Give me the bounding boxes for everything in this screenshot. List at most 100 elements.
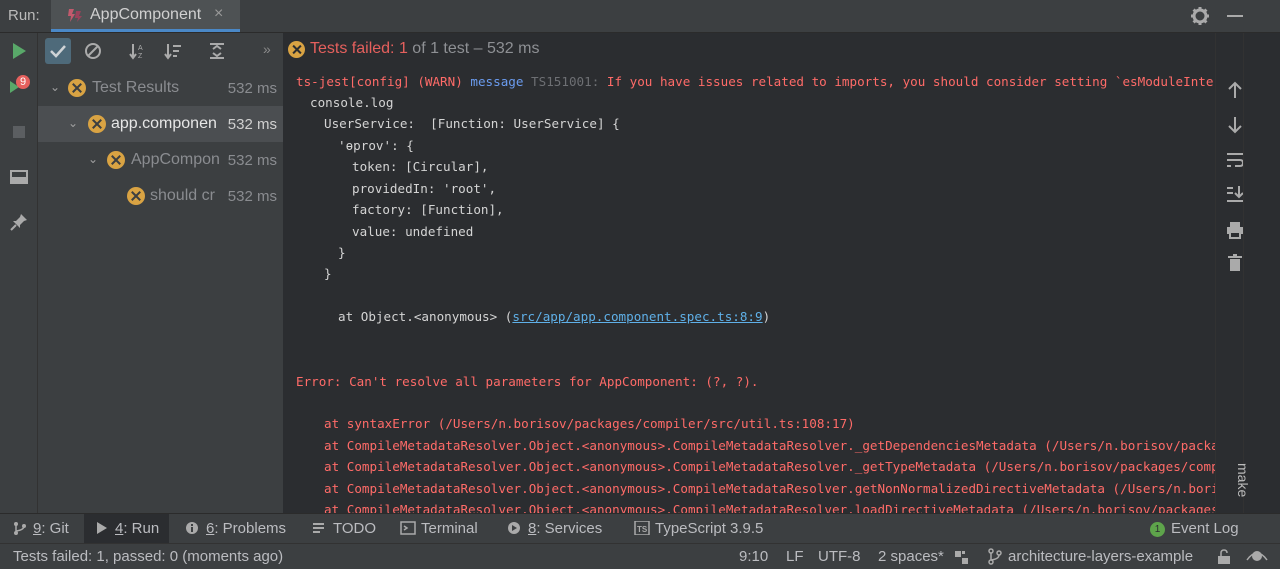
line-separator[interactable]: LF (786, 548, 804, 565)
caret-position[interactable]: 9:10 (739, 548, 768, 565)
failed-icon (107, 151, 125, 169)
file-encoding[interactable]: UTF-8 (818, 548, 861, 565)
rerun-badge: 9 (16, 75, 30, 89)
services-icon (508, 522, 520, 534)
git-branch-icon (14, 522, 26, 535)
status-failed-count: 1 (398, 40, 408, 57)
failed-icon (127, 187, 145, 205)
failed-icon (68, 79, 86, 97)
jest-icon (68, 9, 82, 22)
stack-frame: at CompileMetadataResolver.Object.<anony… (324, 459, 1215, 474)
terminal-tool-window-button[interactable]: Terminal (400, 520, 478, 537)
layout-icon[interactable] (9, 167, 29, 187)
tab-title: AppComponent (90, 6, 202, 23)
memory-indicator-icon[interactable] (1246, 548, 1268, 565)
console-line: console.log (310, 95, 394, 110)
stack-frame: at CompileMetadataResolver.Object.<anony… (324, 438, 1215, 453)
tree-node-test-results[interactable]: ⌄ Test Results 532 ms (38, 70, 283, 106)
more-actions-icon[interactable]: » (263, 41, 271, 57)
todo-label: TODO (333, 520, 377, 537)
tree-node-label: Test Results (92, 79, 180, 96)
tree-node-test-case[interactable]: should cr 532 ms (38, 178, 283, 214)
terminal-icon (400, 521, 416, 535)
show-passed-button[interactable] (45, 38, 71, 64)
console-text: ) (762, 309, 771, 324)
expand-all-button[interactable] (204, 38, 230, 64)
stack-frame: at CompileMetadataResolver.Object.<anony… (324, 481, 1215, 496)
console-line: token: [Circular], (352, 159, 489, 174)
test-status-header: Tests failed: 1 of 1 test – 532 ms (283, 33, 1215, 70)
console-line: 'ɵprov': { (338, 138, 414, 153)
status-message[interactable]: Tests failed: 1, passed: 0 (moments ago) (13, 548, 283, 565)
indent-setting[interactable]: 2 spaces* (878, 548, 944, 565)
pin-icon[interactable] (9, 212, 29, 232)
arrow-up-icon[interactable] (1225, 80, 1245, 100)
run-actions-strip: 9 (0, 33, 38, 513)
todo-tool-window-button[interactable]: TODO (312, 520, 376, 537)
git-tool-window-button[interactable]: 9: Git (12, 520, 69, 537)
run-tab-appcomponent[interactable]: AppComponent × (51, 0, 240, 32)
event-log-label: Event Log (1171, 520, 1239, 537)
lock-icon[interactable] (1216, 548, 1232, 565)
git-branch-icon (988, 548, 1002, 565)
test-toolbar: A Z » (38, 33, 283, 70)
trash-icon[interactable] (1225, 253, 1245, 273)
show-ignored-button[interactable] (80, 38, 106, 64)
soft-wrap-icon[interactable] (1225, 150, 1245, 170)
rerun-failed-icon[interactable]: 9 (9, 75, 30, 97)
divider (1243, 33, 1244, 513)
tree-node-time: 532 ms (227, 80, 277, 97)
tree-node-label: should cr (150, 187, 215, 204)
console-text: message (470, 74, 524, 89)
tree-node-label: AppCompon (131, 151, 220, 168)
tool-window-bar: 9: Git 4: Run 6: Problems TODO Terminal … (0, 513, 1280, 544)
status-summary: of 1 test – 532 ms (407, 40, 540, 57)
run-tool-window-header: Run: AppComponent × (0, 0, 1280, 33)
console-output[interactable]: ts-jest[config] (WARN) message TS151001:… (283, 70, 1215, 513)
sort-alphabetically-button[interactable]: A Z (125, 38, 151, 64)
minimize-icon[interactable] (1227, 15, 1243, 17)
play-icon[interactable] (9, 41, 29, 61)
event-count-badge: 1 (1150, 522, 1165, 537)
console-line: value: undefined (352, 224, 474, 239)
console-actions-strip (1215, 33, 1280, 513)
tree-node-spec-file[interactable]: ⌄ app.componen 532 ms (38, 106, 283, 142)
close-icon[interactable]: × (214, 5, 223, 23)
terminal-label: Terminal (421, 520, 478, 537)
services-label: : Services (536, 520, 603, 537)
tree-node-describe[interactable]: ⌄ AppCompon 532 ms (38, 142, 283, 178)
run-label: Run: (8, 7, 40, 24)
problems-tool-window-button[interactable]: 6: Problems (185, 520, 286, 537)
chevron-down-icon[interactable]: ⌄ (68, 116, 78, 130)
console-line: ts-jest[config] (WARN) message TS151001:… (296, 74, 1215, 92)
git-branch[interactable]: architecture-layers-example (1008, 548, 1193, 565)
typescript-label: TypeScript 3.9.5 (655, 520, 764, 537)
gear-icon[interactable] (1190, 6, 1210, 26)
stop-icon[interactable] (9, 122, 29, 142)
tree-node-time: 532 ms (227, 152, 277, 169)
console-line: providedIn: 'root', (352, 181, 497, 196)
typescript-tool-window-button[interactable]: TS TypeScript 3.9.5 (634, 520, 763, 537)
services-tool-window-button[interactable]: 8: Services (507, 520, 602, 537)
scroll-to-end-icon[interactable] (1225, 184, 1245, 204)
chevron-down-icon[interactable]: ⌄ (88, 152, 98, 166)
failed-icon (288, 41, 305, 58)
chevron-down-icon[interactable]: ⌄ (50, 80, 60, 94)
inspection-icon[interactable] (953, 549, 969, 565)
sort-by-duration-button[interactable] (160, 38, 186, 64)
run-tool-window-button[interactable]: 4: Run (84, 514, 170, 544)
problems-label: : Problems (214, 520, 287, 537)
console-text: TS151001: (523, 74, 600, 89)
make-tool-window-tab[interactable]: make (1235, 463, 1251, 497)
typescript-icon: TS (634, 521, 650, 535)
test-status-text: Tests failed: 1 of 1 test – 532 ms (310, 40, 539, 58)
check-icon (50, 45, 66, 58)
source-link[interactable]: src/app/app.component.spec.ts:8:9 (512, 309, 762, 324)
error-message: Error: Can't resolve all parameters for … (296, 374, 759, 389)
svg-text:Z: Z (138, 53, 143, 60)
ignored-icon (85, 43, 101, 59)
arrow-down-icon[interactable] (1225, 115, 1245, 135)
info-icon (186, 522, 198, 534)
event-log-tool-window-button[interactable]: 1 Event Log (1150, 520, 1239, 537)
print-icon[interactable] (1225, 220, 1245, 240)
